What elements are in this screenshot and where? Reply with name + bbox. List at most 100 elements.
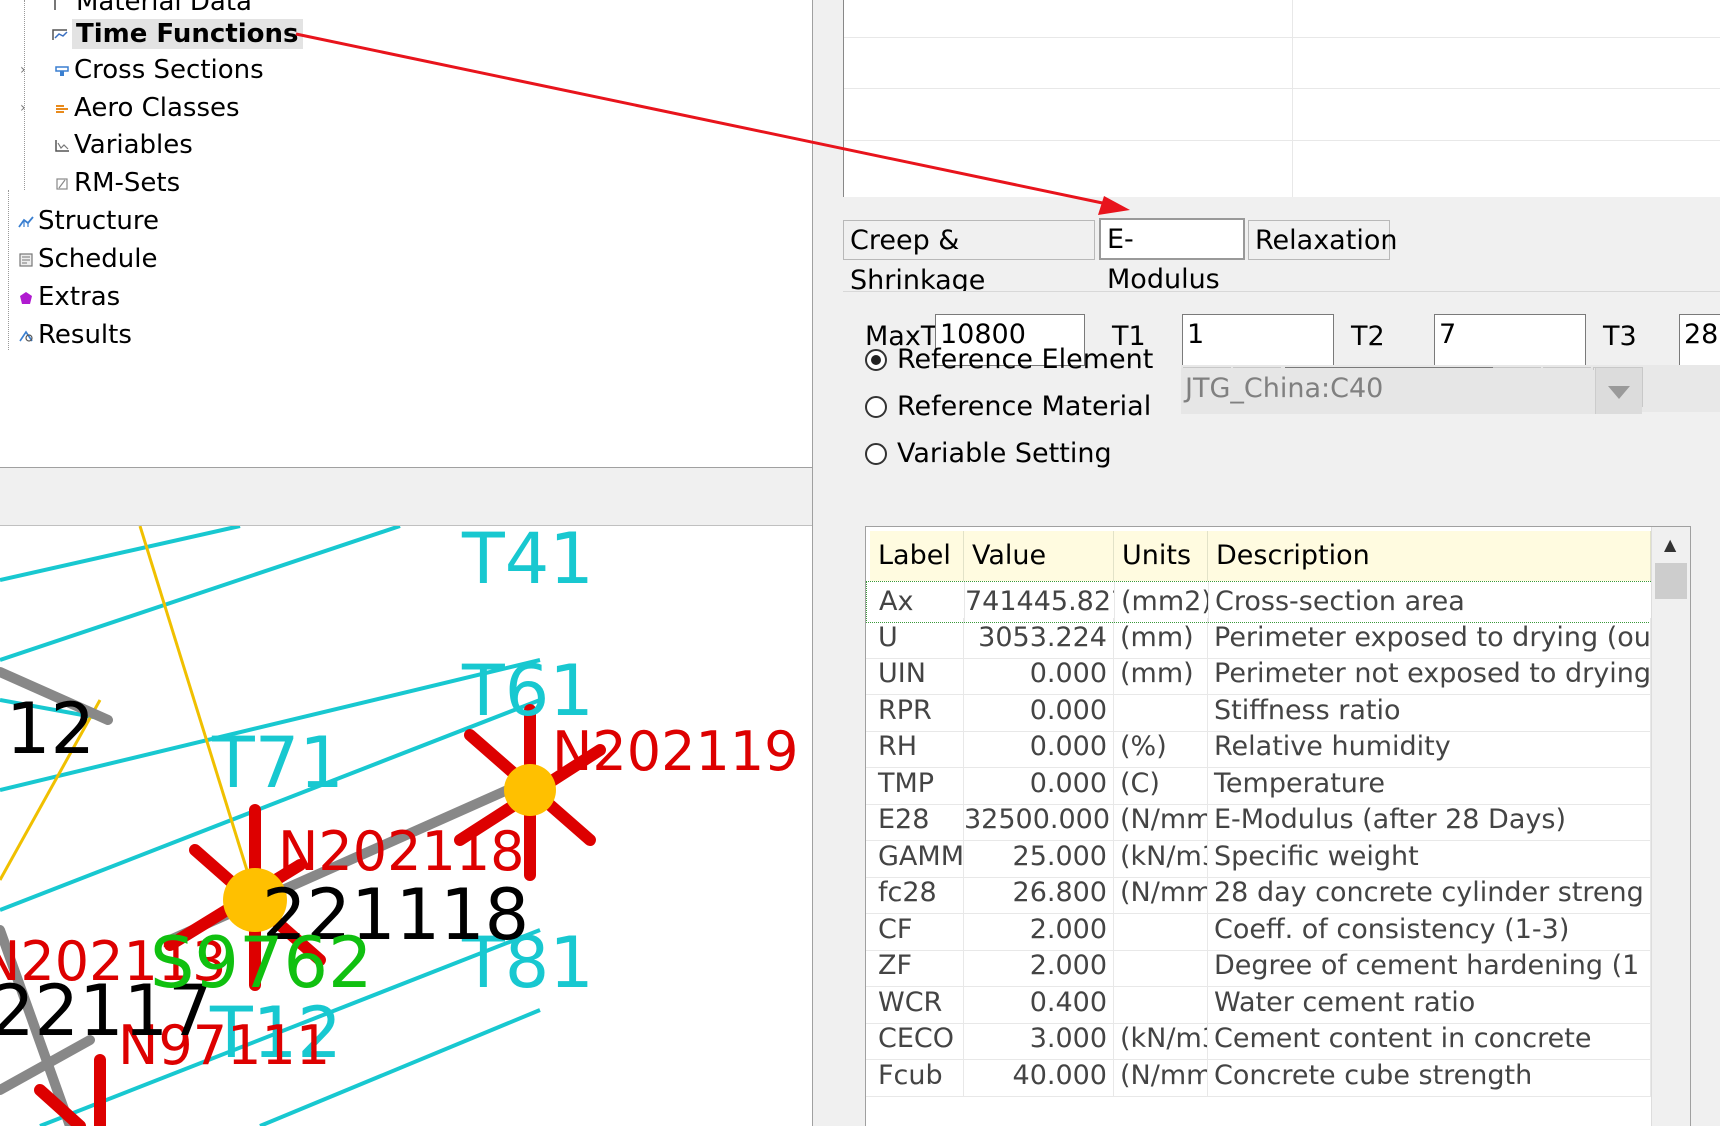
table-row[interactable]: TMP 0.000 (C) Temperature — [866, 763, 1651, 805]
vertical-splitter[interactable] — [812, 0, 844, 1126]
cell-units[interactable] — [1114, 946, 1208, 986]
tree-item-structure[interactable]: Structure — [18, 203, 159, 239]
col-header-label[interactable]: Label — [870, 531, 964, 581]
table-row[interactable]: U 3053.224 (mm) Perimeter exposed to drying… — [866, 617, 1651, 659]
tab-relaxation[interactable]: Relaxation — [1248, 220, 1397, 260]
cell-value[interactable]: 2.000 — [964, 946, 1114, 986]
cell-value[interactable]: 25.000 — [964, 836, 1114, 877]
cell-value[interactable]: 0.000 — [964, 690, 1114, 731]
scroll-up-icon[interactable]: ▲ — [1664, 535, 1676, 554]
tab-creep-shrinkage[interactable]: Creep & Shrinkage — [843, 220, 1095, 296]
cell-label[interactable]: UIN — [870, 654, 964, 694]
cell-label[interactable]: WCR — [870, 982, 964, 1023]
cell-value[interactable]: 32500.000 — [964, 800, 1114, 840]
table-scrollbar[interactable]: ▲ — [1651, 527, 1690, 1126]
tree-item-time-functions[interactable]: Time Functions — [52, 16, 303, 52]
cell-description[interactable]: Cement content in concrete — [1208, 1019, 1651, 1059]
cell-description[interactable]: Water cement ratio — [1208, 982, 1651, 1023]
cell-units[interactable]: (mm) — [1114, 654, 1208, 694]
cell-value[interactable]: 3053.224 — [964, 617, 1114, 658]
cell-description[interactable]: Perimeter not exposed to drying — [1208, 654, 1651, 694]
cell-units[interactable]: (mm2) — [1115, 582, 1209, 622]
cell-value[interactable]: 0.000 — [964, 727, 1114, 767]
cell-label[interactable]: ZF — [870, 946, 964, 986]
cell-label[interactable]: U — [870, 617, 964, 658]
material-dropdown-button[interactable] — [1595, 368, 1642, 414]
tree-item-schedule[interactable]: Schedule — [18, 241, 157, 277]
cell-description[interactable]: Cross-section area — [1209, 582, 1652, 622]
cell-value[interactable]: 0.000 — [964, 763, 1114, 804]
cell-label[interactable]: TMP — [870, 763, 964, 804]
cell-description[interactable]: Specific weight — [1208, 836, 1651, 877]
cell-value[interactable]: 0.400 — [964, 982, 1114, 1023]
tree-item-cross-sections[interactable]: Cross Sections — [54, 52, 264, 88]
scroll-thumb[interactable] — [1655, 563, 1687, 599]
material-combo[interactable]: JTG_China:C40 — [1181, 368, 1593, 414]
cell-value[interactable]: 2.000 — [964, 909, 1114, 950]
t2-input[interactable]: 7 — [1434, 314, 1586, 366]
t1-input[interactable]: 1 — [1182, 314, 1334, 366]
cell-description[interactable]: Perimeter exposed to drying (ou — [1208, 617, 1651, 658]
function-grid[interactable] — [843, 0, 1720, 197]
table-row[interactable]: Fcub 40.000 (N/mm Concrete cube strength — [866, 1055, 1651, 1097]
cell-description[interactable]: 28 day concrete cylinder streng — [1208, 873, 1651, 913]
cell-units[interactable]: (kN/m3 — [1114, 836, 1208, 877]
cell-value[interactable]: 40.000 — [964, 1055, 1114, 1096]
table-row[interactable]: ZF 2.000 Degree of cement hardening (1 — [866, 946, 1651, 987]
cell-units[interactable] — [1114, 690, 1208, 731]
table-row[interactable]: fc28 26.800 (N/mm 28 day concrete cylinder … — [866, 873, 1651, 914]
tree-item-aero-classes[interactable]: Aero Classes — [54, 90, 240, 126]
cell-value[interactable]: 26.800 — [964, 873, 1114, 913]
cell-label[interactable]: fc28 — [870, 873, 964, 913]
cell-description[interactable]: Relative humidity — [1208, 727, 1651, 767]
tree-item-extras[interactable]: Extras — [18, 279, 120, 315]
tree-item-rm-sets[interactable]: RM-Sets — [54, 165, 180, 201]
cell-units[interactable]: (N/mm — [1114, 1055, 1208, 1096]
col-header-description[interactable]: Description — [1208, 531, 1651, 581]
cell-label[interactable]: RH — [870, 727, 964, 767]
cell-value[interactable]: 3.000 — [964, 1019, 1114, 1059]
cell-units[interactable] — [1114, 982, 1208, 1023]
cell-description[interactable]: Stiffness ratio — [1208, 690, 1651, 731]
cell-description[interactable]: Concrete cube strength — [1208, 1055, 1651, 1096]
col-header-units[interactable]: Units — [1114, 531, 1208, 581]
structure-viewport[interactable]: T41 T61 T71 T81 T12 N202119 N202118 N202… — [0, 526, 812, 1126]
cell-label[interactable]: E28 — [870, 800, 964, 840]
table-row[interactable]: RPR 0.000 Stiffness ratio — [866, 690, 1651, 732]
cell-value[interactable]: 741445.827 — [965, 582, 1115, 622]
cell-label[interactable]: CECO — [870, 1019, 964, 1059]
cell-units[interactable]: (mm) — [1114, 617, 1208, 658]
t3-input[interactable]: 28 — [1679, 314, 1720, 366]
table-row[interactable]: CECO3.000(kN/m3Cement content in concret… — [866, 1019, 1651, 1060]
table-row[interactable]: GAMMA25.000(kN/m3Specific weight — [866, 836, 1651, 878]
col-header-value[interactable]: Value — [964, 531, 1114, 581]
cell-units[interactable] — [1114, 909, 1208, 950]
expand-chevron-icon[interactable]: › — [20, 62, 26, 78]
table-row[interactable]: RH 0.000 (%) Relative humidity — [866, 727, 1651, 768]
table-row[interactable]: UIN 0.000 (mm) Perimeter not exposed to dry… — [866, 654, 1651, 695]
cell-units[interactable]: (%) — [1114, 727, 1208, 767]
cell-description[interactable]: Degree of cement hardening (1 — [1208, 946, 1651, 986]
cell-label[interactable]: CF — [870, 909, 964, 950]
cell-units[interactable]: (N/mm — [1114, 873, 1208, 913]
table-row[interactable]: E28 32500.000 (N/mm E-Modulus (after 28 Day… — [866, 800, 1651, 841]
tree-item-variables[interactable]: Variables — [54, 127, 193, 163]
table-row[interactable]: CF 2.000 Coeff. of consistency (1-3) — [866, 909, 1651, 951]
radio-reference-element[interactable] — [865, 349, 887, 371]
cell-description[interactable]: E-Modulus (after 28 Days) — [1208, 800, 1651, 840]
table-row[interactable]: WCR 0.400 Water cement ratio — [866, 982, 1651, 1024]
cell-description[interactable]: Temperature — [1208, 763, 1651, 804]
cell-description[interactable]: Coeff. of consistency (1-3) — [1208, 909, 1651, 950]
radio-variable-setting[interactable] — [865, 443, 887, 465]
cell-label[interactable]: Fcub — [870, 1055, 964, 1096]
expand-chevron-icon[interactable]: › — [20, 100, 26, 116]
cell-label[interactable]: GAMMA — [870, 836, 964, 877]
cell-units[interactable]: (C) — [1114, 763, 1208, 804]
cell-value[interactable]: 0.000 — [964, 654, 1114, 694]
cell-units[interactable]: (N/mm — [1114, 800, 1208, 840]
cell-label[interactable]: RPR — [870, 690, 964, 731]
tree-item-results[interactable]: Results — [18, 317, 132, 353]
cell-units[interactable]: (kN/m3 — [1114, 1019, 1208, 1059]
cell-label[interactable]: Ax — [871, 582, 965, 622]
tab-e-modulus[interactable]: E-Modulus — [1099, 218, 1245, 295]
